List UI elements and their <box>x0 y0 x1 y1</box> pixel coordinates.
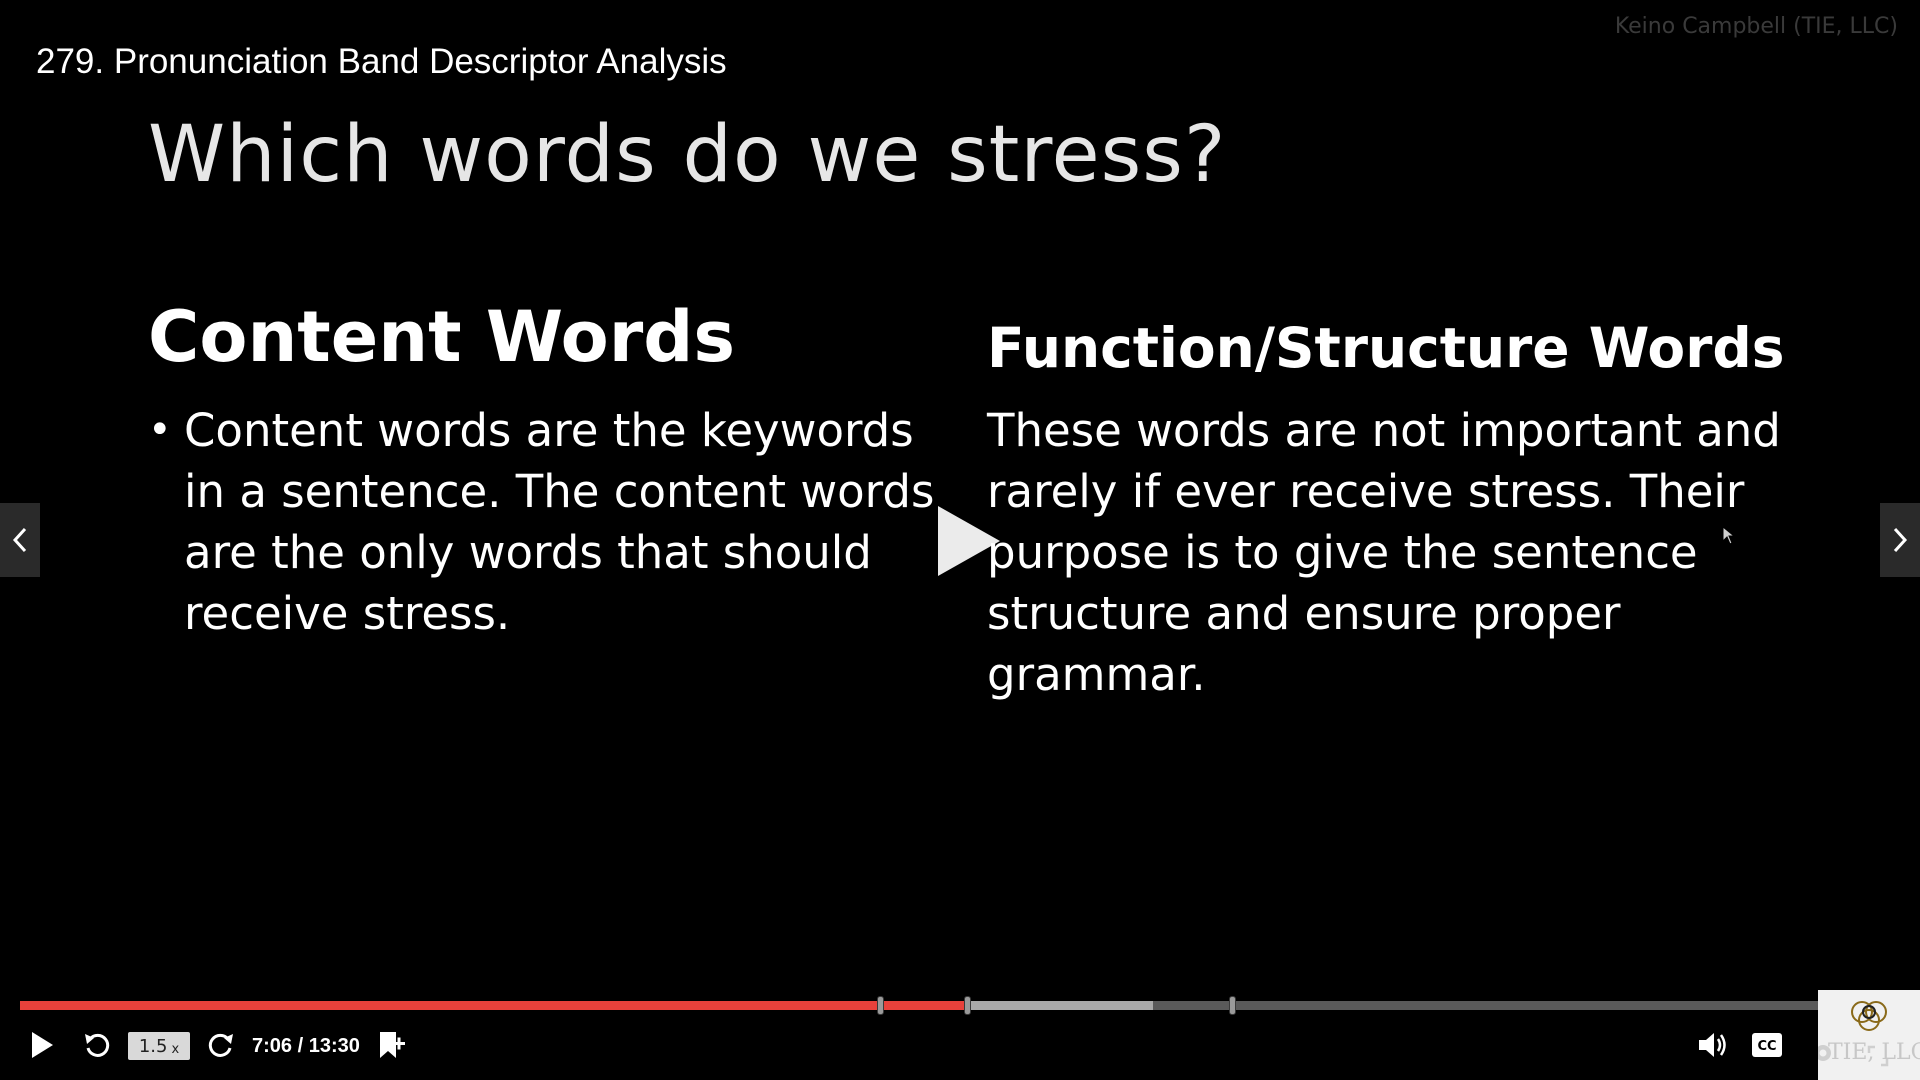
gear-icon[interactable] <box>1818 1040 1836 1066</box>
progress-played <box>20 1001 967 1010</box>
content-words-heading: Content Words <box>148 296 736 378</box>
cc-label: CC <box>1757 1039 1776 1054</box>
chapter-marker[interactable] <box>963 996 971 1015</box>
previous-button[interactable] <box>0 503 40 577</box>
logo-emblem-icon <box>1851 1001 1887 1031</box>
add-bookmark-icon <box>380 1032 405 1058</box>
center-play-icon[interactable] <box>938 506 1000 576</box>
forward-icon <box>208 1033 233 1057</box>
speed-value: 1.5 <box>138 1035 168 1057</box>
chapter-marker[interactable] <box>877 996 885 1015</box>
add-bookmark-button[interactable] <box>374 1028 408 1062</box>
mouse-cursor-icon <box>1722 526 1736 545</box>
volume-icon <box>1699 1033 1726 1057</box>
video-title: 279. Pronunciation Band Descriptor Analy… <box>36 42 727 81</box>
fullscreen-icon[interactable] <box>1866 1044 1890 1068</box>
top-bar: 279. Pronunciation Band Descriptor Analy… <box>0 0 1920 120</box>
content-words-text: Content words are the keywords in a sent… <box>184 404 935 640</box>
video-player[interactable]: Which words do we stress? Content Words … <box>0 0 1920 1080</box>
bullet-marker: • <box>148 407 172 453</box>
time-display: 7:06 / 13:30 <box>252 1035 360 1057</box>
function-words-heading: Function/Structure Words <box>987 316 1785 380</box>
captions-button[interactable]: CC <box>1750 1028 1784 1062</box>
speed-suffix: x <box>171 1041 180 1057</box>
chevron-right-icon <box>1893 527 1908 553</box>
slide-heading: Which words do we stress? <box>148 110 1227 200</box>
play-icon <box>32 1032 53 1058</box>
playback-speed-button[interactable]: 1.5 x <box>128 1032 190 1060</box>
watermark: Keino Campbell (TIE, LLC) <box>1614 14 1898 39</box>
content-words-body: • Content words are the keywords in a se… <box>148 400 948 644</box>
chapter-marker[interactable] <box>1228 996 1236 1015</box>
play-button[interactable] <box>26 1028 58 1062</box>
channel-logo[interactable]: TIE, LLC <box>1818 990 1920 1080</box>
closed-captions-icon: CC <box>1752 1033 1782 1057</box>
progress-bar[interactable] <box>20 996 1820 1015</box>
function-words-body: These words are not important and rarely… <box>987 404 1781 701</box>
next-button[interactable] <box>1880 503 1920 577</box>
volume-button[interactable] <box>1696 1028 1730 1062</box>
control-bar <box>0 970 1920 1080</box>
slide-frame: Which words do we stress? Content Words … <box>0 0 1920 990</box>
rewind-button[interactable] <box>80 1028 114 1062</box>
forward-button[interactable] <box>204 1028 238 1062</box>
rewind-icon <box>85 1033 110 1057</box>
chevron-left-icon <box>12 527 27 553</box>
